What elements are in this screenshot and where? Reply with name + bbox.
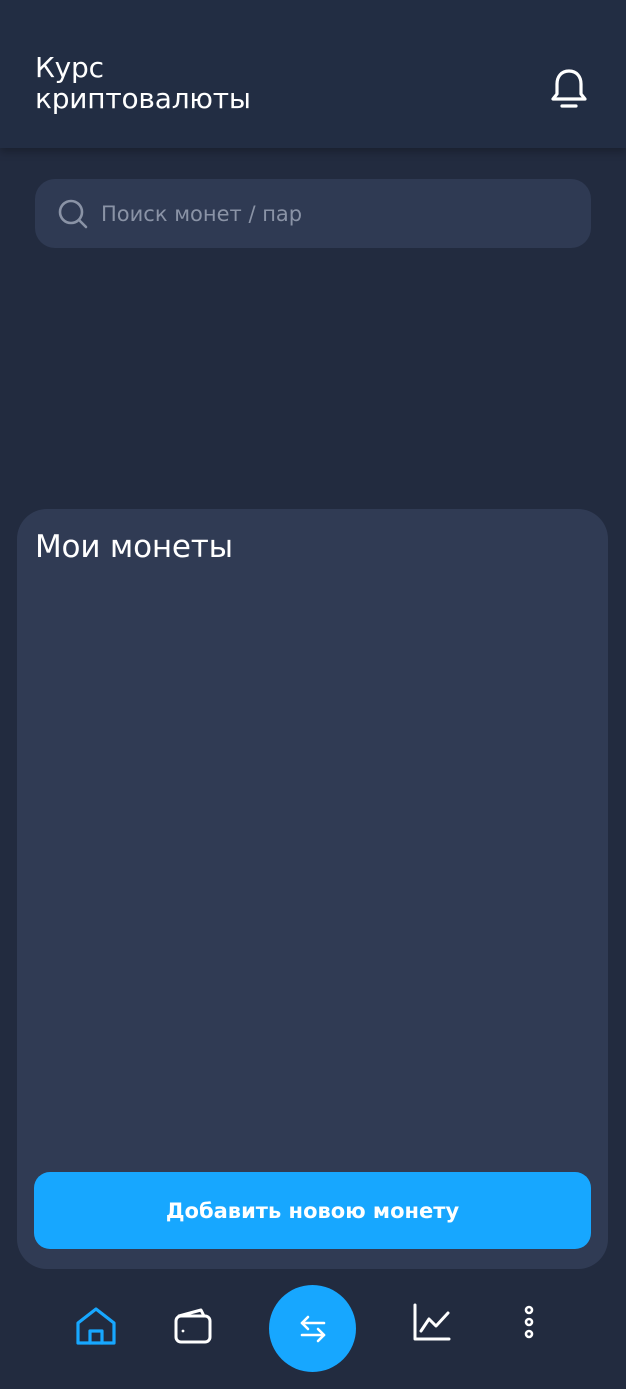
my-coins-title: Мои монеты (35, 529, 233, 565)
chart-icon (413, 1303, 451, 1341)
nav-exchange[interactable] (269, 1285, 356, 1372)
wallet-icon (174, 1308, 212, 1344)
nav-home[interactable] (72, 1302, 120, 1350)
add-coin-button[interactable]: Добавить новою монету (34, 1172, 591, 1249)
nav-chart[interactable] (408, 1298, 456, 1346)
search-icon (58, 199, 88, 228)
bell-icon (551, 69, 587, 108)
home-icon (76, 1307, 116, 1345)
app-screen: Курс криптовалюты Мои монеты Добавить но… (0, 0, 626, 1389)
exchange-icon (300, 1315, 325, 1342)
bottom-navigation (0, 1280, 626, 1389)
app-header: Курс криптовалюты (0, 0, 626, 148)
my-coins-card: Мои монеты Добавить новою монету (17, 509, 608, 1269)
page-title: Курс криптовалюты (35, 51, 251, 115)
search-input[interactable] (101, 179, 591, 248)
search-bar[interactable] (35, 179, 591, 248)
notifications-button[interactable] (547, 66, 591, 110)
nav-more[interactable] (505, 1298, 553, 1346)
nav-wallet[interactable] (169, 1302, 217, 1350)
more-vertical-icon (524, 1305, 534, 1339)
